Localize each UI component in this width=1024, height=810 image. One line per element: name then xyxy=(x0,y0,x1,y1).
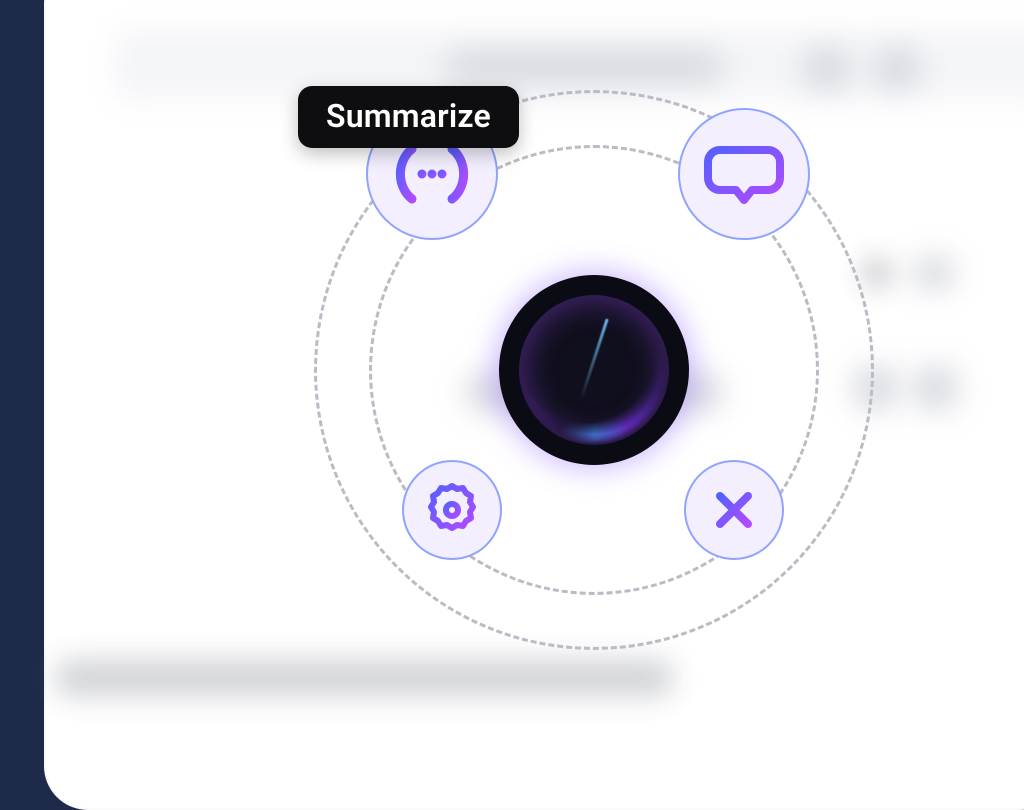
summarize-tooltip: Summarize xyxy=(298,86,519,148)
ai-assistant-orb[interactable] xyxy=(499,275,689,465)
close-button[interactable] xyxy=(684,460,784,560)
blur-chip xyxy=(914,366,958,410)
summarize-icon xyxy=(388,139,476,209)
blur-chip xyxy=(914,256,954,290)
radial-menu xyxy=(314,90,874,650)
app-card xyxy=(44,0,1024,810)
chat-icon xyxy=(704,138,784,210)
chat-button[interactable] xyxy=(678,108,810,240)
blur-button xyxy=(874,46,920,92)
blur-pill xyxy=(444,48,724,86)
blur-text-line xyxy=(54,660,674,696)
settings-button[interactable] xyxy=(402,460,502,560)
close-icon xyxy=(710,486,758,534)
blur-button xyxy=(804,46,850,92)
settings-icon xyxy=(423,481,481,539)
